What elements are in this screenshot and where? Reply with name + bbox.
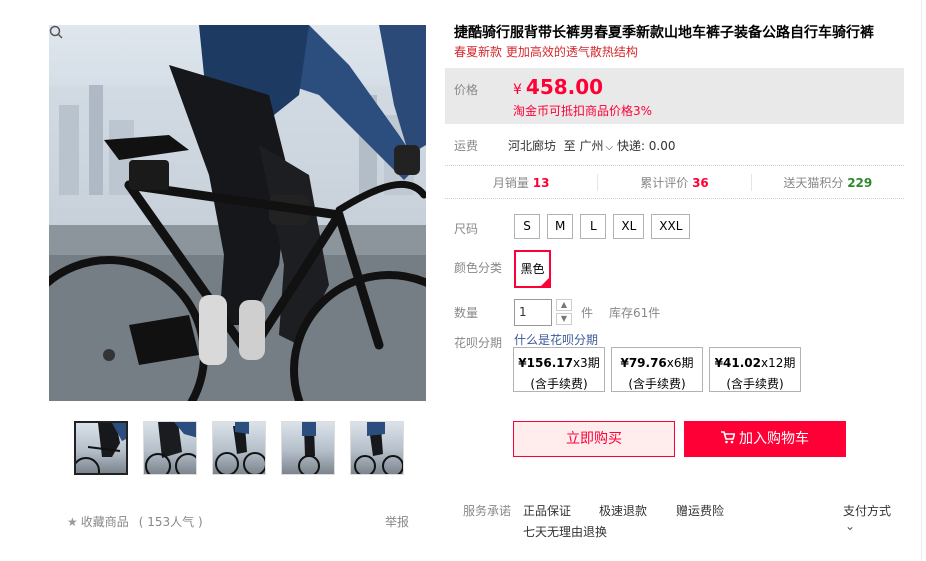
huabei-plan-6[interactable]: ¥79.76x6期 (含手续费) [611,347,703,392]
quantity-increase-button[interactable]: ▲ [556,299,572,311]
product-subtitle: 春夏新款 更加高效的透气散热结构 [454,45,638,59]
stat-label: 月销量 [492,175,529,190]
zoom-icon[interactable] [49,25,63,39]
thumbnail-2[interactable] [143,421,197,475]
size-option-xl[interactable]: XL [613,214,645,239]
color-option-label: 黑色 [520,262,545,276]
huabei-label: 花呗分期 [454,336,503,350]
price-amount: 458.00 [525,75,604,99]
service-fast-refund[interactable]: 极速退款 [599,502,647,519]
stat-value: 13 [532,175,550,190]
size-option-l[interactable]: L [580,214,607,239]
quantity-unit: 件 [581,306,594,320]
add-to-cart-button[interactable]: 加入购物车 [684,421,846,457]
favorite-button[interactable]: ★ 收藏商品 ( 153人气 ) [67,513,203,530]
ship-to-select[interactable]: 广州 ⌵ [580,139,614,153]
quantity-input[interactable]: 1 [514,299,552,326]
stat-reviews[interactable]: 累计评价 36 [598,173,752,191]
plan-periods: x12期 [760,356,796,370]
plan-fee-note: (含手续费) [726,377,784,391]
plan-fee-note: (含手续费) [628,377,686,391]
star-icon: ★ [67,514,78,529]
color-option-black[interactable]: 黑色 [514,250,551,288]
thumbnail-3[interactable] [212,421,266,475]
huabei-info-link[interactable]: 什么是花呗分期 [514,331,598,348]
plan-amount: ¥79.76x6期 [612,354,702,371]
plan-price: ¥79.76 [620,356,667,370]
ship-from: 河北廊坊 [508,139,557,153]
plan-price: ¥41.02 [714,356,761,370]
price-label: 价格 [454,83,479,97]
size-option-xxl[interactable]: XXL [651,214,691,239]
plan-price: ¥156.17 [518,356,573,370]
ship-to-word: 至 [563,139,576,153]
service-label: 服务承诺 [463,504,512,518]
shipping-info: 河北廊坊 至 广州 ⌵ 快递: 0.00 [508,137,676,154]
thumbnail-strip [74,421,419,475]
favorite-label: 收藏商品 [80,515,129,529]
stat-monthly-sales: 月销量 13 [445,173,599,191]
stat-tmall-points: 送天猫积分 229 [752,174,904,191]
huabei-plans: ¥156.17x3期 (含手续费) ¥79.76x6期 (含手续费) ¥41.0… [513,347,807,392]
plan-amount: ¥41.02x12期 [710,354,800,371]
plan-amount: ¥156.17x3期 [514,354,604,371]
quantity-decrease-button[interactable]: ▼ [556,313,572,325]
size-option-m[interactable]: M [547,214,574,239]
plan-fee-note: (含手续费) [530,377,588,391]
selected-check-icon [541,278,549,286]
plan-periods: x6期 [666,356,694,370]
taojinbi-note: 淘金币可抵扣商品价格3% [513,104,653,118]
stat-value: 36 [692,175,709,190]
product-title: 捷酷骑行服背带长裤男春夏季新款山地车裤子装备公路自行车骑行裤 [454,25,874,41]
service-shipping-insurance[interactable]: 赠运费险 [676,502,724,519]
service-seven-day-return[interactable]: 七天无理由退换 [523,523,607,540]
favorite-popularity: ( 153人气 ) [138,515,203,529]
payment-methods[interactable]: 支付方式 [843,502,891,519]
divider [921,0,922,561]
stat-label: 累计评价 [640,175,689,190]
huabei-plan-3[interactable]: ¥156.17x3期 (含手续费) [513,347,605,392]
plan-periods: x3期 [572,356,600,370]
ship-to-city: 广州 [579,139,604,153]
price-panel: 价格 ¥458.00 淘金币可抵扣商品价格3% [445,68,904,124]
stat-value: 229 [847,175,873,190]
shipping-label: 运费 [454,139,479,153]
currency-symbol: ¥ [513,82,522,98]
color-label: 颜色分类 [454,261,503,275]
thumbnail-5[interactable] [350,421,404,475]
express-fee: 快递: 0.00 [616,139,676,153]
add-to-cart-label: 加入购物车 [739,431,809,447]
huabei-plan-12[interactable]: ¥41.02x12期 (含手续费) [709,347,801,392]
main-product-image[interactable] [49,25,426,401]
size-option-s[interactable]: S [514,214,540,239]
buy-now-button[interactable]: 立即购买 [513,421,675,457]
stats-bar: 月销量 13 累计评价 36 送天猫积分 229 [445,165,904,199]
price-value: ¥458.00 [513,75,603,99]
cart-icon [721,431,735,444]
stat-label: 送天猫积分 [783,175,844,190]
report-link[interactable]: 举报 [385,513,409,530]
size-label: 尺码 [454,222,479,236]
chevron-down-icon[interactable]: ⌄ [845,519,855,533]
stock-count: 库存61件 [609,306,661,320]
quantity-label: 数量 [454,306,479,320]
thumbnail-4[interactable] [281,421,335,475]
size-options: S M L XL XXL [514,214,697,239]
service-genuine[interactable]: 正品保证 [523,502,571,519]
chevron-down-icon: ⌵ [605,142,614,153]
thumbnail-1[interactable] [74,421,128,475]
